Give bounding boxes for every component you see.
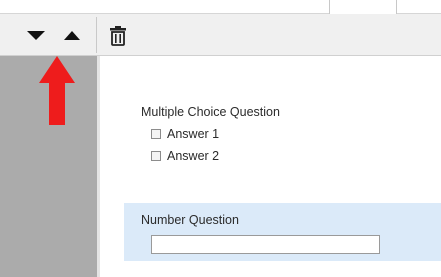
move-down-button[interactable] (25, 27, 47, 43)
trash-icon (110, 26, 126, 46)
toolbar-divider (96, 17, 97, 53)
answer-option-1[interactable]: Answer 1 (151, 127, 219, 141)
number-input[interactable] (151, 235, 380, 254)
arrow-up-icon (39, 56, 75, 125)
move-up-button[interactable] (61, 27, 83, 43)
answer-option-2[interactable]: Answer 2 (151, 149, 219, 163)
toolbar (0, 14, 441, 56)
checkbox[interactable] (151, 129, 161, 139)
multiple-choice-question-title: Multiple Choice Question (141, 105, 280, 119)
number-question-title: Number Question (141, 213, 239, 227)
answer-option-label: Answer 2 (167, 149, 220, 163)
top-tab-strip (0, 0, 441, 14)
answer-option-label: Answer 1 (167, 127, 220, 141)
tab[interactable] (329, 0, 397, 14)
triangle-up-icon (64, 31, 80, 40)
delete-button[interactable] (108, 25, 128, 47)
checkbox[interactable] (151, 151, 161, 161)
triangle-down-icon (27, 31, 45, 40)
